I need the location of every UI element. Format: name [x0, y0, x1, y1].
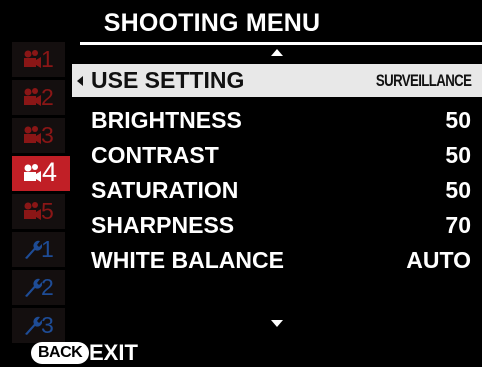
movie-camera-icon [24, 202, 41, 220]
footer-bar: BACK EXIT [0, 336, 482, 367]
wrench-icon [25, 316, 42, 335]
exit-label: EXIT [89, 340, 138, 365]
tab-number: 3 [41, 312, 54, 338]
menu-item-value: 50 [445, 177, 471, 203]
scroll-down-arrow-icon[interactable] [271, 320, 283, 327]
tab-movie-3[interactable]: 3 [12, 118, 65, 153]
tab-number: 1 [41, 46, 54, 72]
menu-tab-sidebar: 1 2 3 4 5 1 2 3 [12, 42, 70, 346]
movie-camera-icon [24, 88, 41, 106]
divider [80, 42, 482, 45]
menu-item-label: SHARPNESS [91, 212, 235, 238]
movie-camera-icon [24, 164, 41, 182]
menu-item-sharpness[interactable]: SHARPNESS 70 [72, 209, 482, 242]
tab-movie-4[interactable]: 4 [12, 156, 70, 191]
menu-item-label: CONTRAST [91, 142, 219, 168]
tab-number: 5 [41, 198, 54, 224]
menu-item-value: 70 [445, 212, 471, 238]
menu-item-contrast[interactable]: CONTRAST 50 [72, 139, 482, 172]
tab-number: 2 [41, 274, 54, 300]
tab-number: 2 [41, 84, 54, 110]
caret-left-icon [77, 76, 83, 86]
movie-camera-icon [24, 126, 41, 144]
menu-list: USE SETTING SURVEILLANCE BRIGHTNESS 50 C… [72, 42, 482, 336]
back-button[interactable]: BACK [31, 342, 90, 364]
tab-movie-2[interactable]: 2 [12, 80, 65, 115]
menu-item-value: 50 [445, 107, 471, 133]
menu-item-white-balance[interactable]: WHITE BALANCE AUTO [72, 244, 482, 277]
scroll-up-arrow-icon[interactable] [271, 49, 283, 56]
tab-number: 1 [41, 236, 54, 262]
tab-movie-5[interactable]: 5 [12, 194, 65, 229]
menu-item-label: SATURATION [91, 177, 239, 203]
movie-camera-icon [24, 50, 41, 68]
menu-item-label: USE SETTING [91, 67, 245, 93]
wrench-icon [25, 278, 42, 297]
tab-number: 3 [41, 122, 54, 148]
tab-setup-1[interactable]: 1 [12, 232, 65, 267]
tab-number: 4 [42, 157, 58, 187]
menu-item-use-setting[interactable]: USE SETTING SURVEILLANCE [72, 64, 482, 97]
tab-setup-2[interactable]: 2 [12, 270, 65, 305]
wrench-icon [25, 240, 42, 259]
menu-item-label: WHITE BALANCE [91, 247, 284, 273]
menu-title: SHOOTING MENU [103, 9, 321, 37]
menu-item-value: AUTO [406, 247, 471, 273]
tab-movie-1[interactable]: 1 [12, 42, 65, 77]
menu-item-brightness[interactable]: BRIGHTNESS 50 [72, 104, 482, 137]
menu-item-value: 50 [445, 142, 471, 168]
menu-item-value: SURVEILLANCE [375, 71, 472, 90]
menu-item-saturation[interactable]: SATURATION 50 [72, 174, 482, 207]
menu-item-label: BRIGHTNESS [91, 107, 242, 133]
